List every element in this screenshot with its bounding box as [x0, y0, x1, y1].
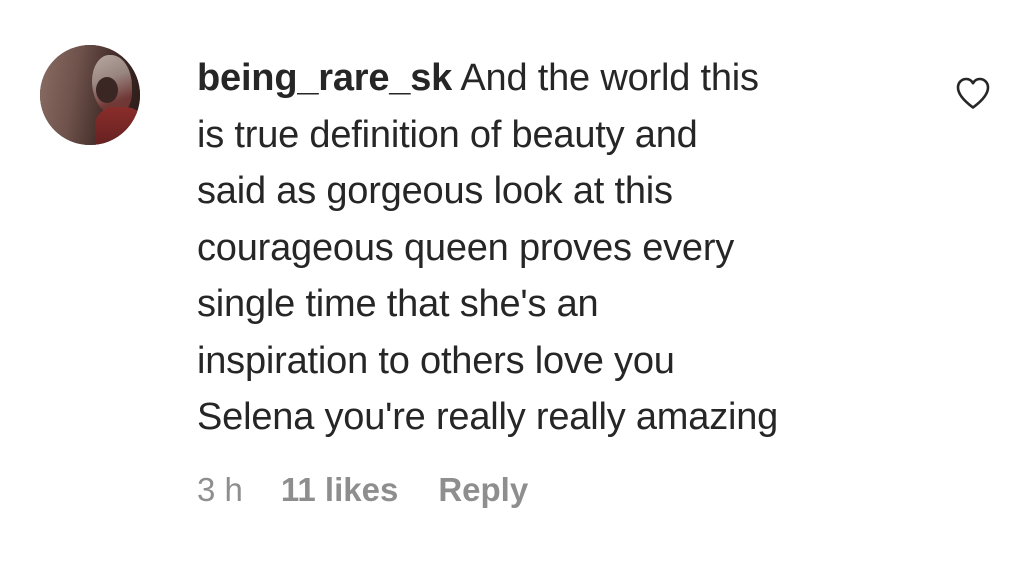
- comment-text-line: inspiration to others love you: [197, 339, 675, 382]
- comment-text-line: said as gorgeous look at this: [197, 170, 673, 212]
- heart-icon-svg: [956, 77, 990, 109]
- comment-text-line: single time that she's an: [197, 283, 599, 325]
- comment-text-line: And the world this: [460, 57, 759, 99]
- comment-text-line: Selena you're really really amazing: [197, 396, 779, 438]
- avatar-face: [96, 77, 118, 103]
- username-link[interactable]: being_rare_sk: [197, 57, 452, 99]
- comment-text-line: is true definition of beauty and: [197, 113, 698, 156]
- comment-text-line: courageous queen proves every: [197, 226, 735, 269]
- avatar[interactable]: [40, 45, 140, 145]
- comment: being_rare_sk And the world this is true…: [0, 0, 1024, 570]
- heart-outline-icon[interactable]: [955, 76, 991, 110]
- comment-meta: 3 h 11 likes Reply: [197, 470, 528, 510]
- avatar-cloth: [95, 107, 140, 145]
- comment-text: being_rare_sk And the world this is true…: [197, 50, 917, 446]
- likes-count-link[interactable]: 11 likes: [281, 471, 398, 509]
- comment-timestamp: 3 h: [197, 471, 243, 508]
- reply-button[interactable]: Reply: [438, 471, 528, 509]
- comment-first-line: being_rare_sk And the world this: [197, 50, 917, 107]
